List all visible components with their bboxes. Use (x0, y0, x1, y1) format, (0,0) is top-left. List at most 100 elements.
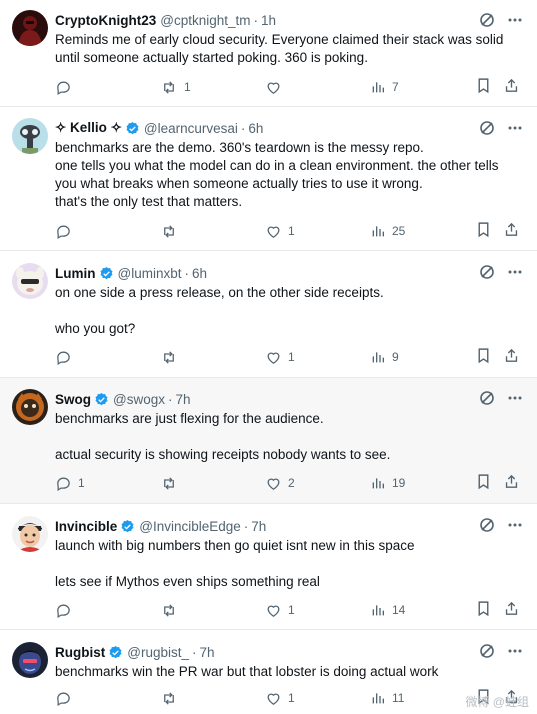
action-bar: 1 14 (0, 600, 537, 620)
more-icon[interactable] (507, 120, 523, 136)
grok-icon[interactable] (479, 517, 495, 533)
reply-button[interactable] (55, 349, 78, 366)
views-button[interactable]: 14 (370, 602, 405, 618)
share-button[interactable] (503, 221, 520, 241)
view-count: 14 (392, 603, 406, 617)
bookmark-button[interactable] (476, 600, 491, 620)
separator: · (191, 644, 197, 660)
repost-button[interactable] (160, 690, 184, 707)
repost-button[interactable] (160, 349, 184, 366)
reply-button[interactable] (55, 79, 78, 96)
avatar[interactable] (12, 516, 48, 552)
like-button[interactable]: 1 (265, 690, 295, 707)
text-line: lets see if Mythos even ships something … (55, 574, 320, 589)
views-button[interactable]: 19 (370, 475, 405, 491)
reply-count: 1 (78, 476, 85, 490)
display-name[interactable]: Swog (55, 392, 91, 407)
more-icon[interactable] (507, 264, 523, 280)
handle[interactable]: @luminxbt (118, 266, 182, 281)
views-button[interactable]: 25 (370, 223, 405, 239)
grok-icon[interactable] (479, 264, 495, 280)
reply-button[interactable]: 1 (55, 475, 85, 492)
handle[interactable]: @learncurvesai (144, 121, 238, 136)
grok-icon[interactable] (479, 120, 495, 136)
separator: · (240, 120, 246, 136)
like-button[interactable] (265, 79, 288, 96)
tweet[interactable]: Invincible @InvincibleEdge · 7h launch w… (0, 504, 537, 630)
grok-icon[interactable] (479, 390, 495, 406)
like-button[interactable]: 1 (265, 349, 295, 366)
handle[interactable]: @rugbist_ (127, 645, 189, 660)
tweet[interactable]: CryptoKnight23 @cptknight_tm · 1h Remind… (0, 0, 537, 107)
tweet-text: Reminds me of early cloud security. Ever… (55, 31, 525, 67)
like-button[interactable]: 1 (265, 223, 295, 240)
repost-icon (164, 691, 174, 705)
reply-button[interactable] (55, 690, 78, 707)
handle[interactable]: @InvincibleEdge (139, 519, 241, 534)
share-button[interactable] (503, 347, 520, 367)
bookmark-button[interactable] (476, 221, 491, 241)
view-count: 25 (392, 224, 406, 238)
like-button[interactable]: 1 (265, 602, 295, 619)
action-bar: 1 9 (0, 347, 537, 367)
display-name[interactable]: CryptoKnight23 (55, 13, 156, 28)
grok-icon[interactable] (479, 12, 495, 28)
repost-button[interactable] (160, 602, 184, 619)
timestamp[interactable]: 6h (248, 121, 263, 136)
share-button[interactable] (503, 77, 520, 97)
timestamp[interactable]: 7h (251, 519, 266, 534)
timestamp[interactable]: 7h (199, 645, 214, 660)
share-icon (505, 474, 518, 488)
like-icon (267, 226, 280, 238)
repost-button[interactable] (160, 223, 184, 240)
grok-icon[interactable] (479, 643, 495, 659)
tweet[interactable]: Swog @swogx · 7h benchmarks are just fle… (0, 378, 537, 504)
reply-button[interactable] (55, 223, 78, 240)
avatar[interactable] (12, 10, 48, 46)
avatar[interactable] (12, 389, 48, 425)
reply-button[interactable] (55, 602, 78, 619)
like-button[interactable]: 2 (265, 475, 295, 492)
share-button[interactable] (503, 600, 520, 620)
more-icon[interactable] (507, 643, 523, 659)
repost-button[interactable]: 1 (160, 79, 191, 96)
more-icon[interactable] (507, 517, 523, 533)
timestamp[interactable]: 1h (261, 13, 276, 28)
like-count: 2 (288, 476, 295, 490)
action-bar: 1 25 (0, 221, 537, 241)
timestamp[interactable]: 6h (192, 266, 207, 281)
tweet[interactable]: Lumin @luminxbt · 6h on one side a press… (0, 251, 537, 378)
display-name[interactable]: Invincible (55, 519, 117, 534)
separator: · (167, 391, 173, 407)
display-name[interactable]: ✧ Kellio ✧ (55, 120, 122, 136)
timestamp[interactable]: 7h (175, 392, 190, 407)
views-button[interactable]: 7 (370, 79, 399, 95)
handle[interactable]: @swogx (113, 392, 165, 407)
bookmark-button[interactable] (476, 77, 491, 97)
tweet[interactable]: ✧ Kellio ✧ @learncurvesai · 6h benchmark… (0, 107, 537, 251)
handle[interactable]: @cptknight_tm (160, 13, 250, 28)
avatar[interactable] (12, 118, 48, 154)
more-icon[interactable] (507, 12, 523, 28)
views-button[interactable]: 9 (370, 349, 399, 365)
display-name[interactable]: Lumin (55, 266, 96, 281)
tweet-header: Swog @swogx · 7h (55, 389, 525, 409)
views-icon (372, 605, 384, 616)
display-name[interactable]: Rugbist (55, 645, 105, 660)
bookmark-icon (478, 474, 489, 490)
share-button[interactable] (503, 473, 520, 493)
text-line: launch with big numbers then go quiet is… (55, 538, 415, 553)
bookmark-button[interactable] (476, 347, 491, 367)
reply-icon (57, 692, 70, 706)
avatar[interactable] (12, 642, 48, 678)
reply-icon (57, 351, 70, 365)
tweet[interactable]: Rugbist @rugbist_ · 7h benchmarks win th… (0, 630, 537, 714)
views-button[interactable]: 11 (370, 690, 404, 706)
repost-button[interactable] (160, 475, 184, 492)
avatar[interactable] (12, 263, 48, 299)
verified-badge-icon (99, 266, 114, 281)
action-bar: 1 2 19 (0, 473, 537, 493)
more-icon[interactable] (507, 390, 523, 406)
bookmark-button[interactable] (476, 473, 491, 493)
action-bar: 1 11 (0, 688, 537, 708)
